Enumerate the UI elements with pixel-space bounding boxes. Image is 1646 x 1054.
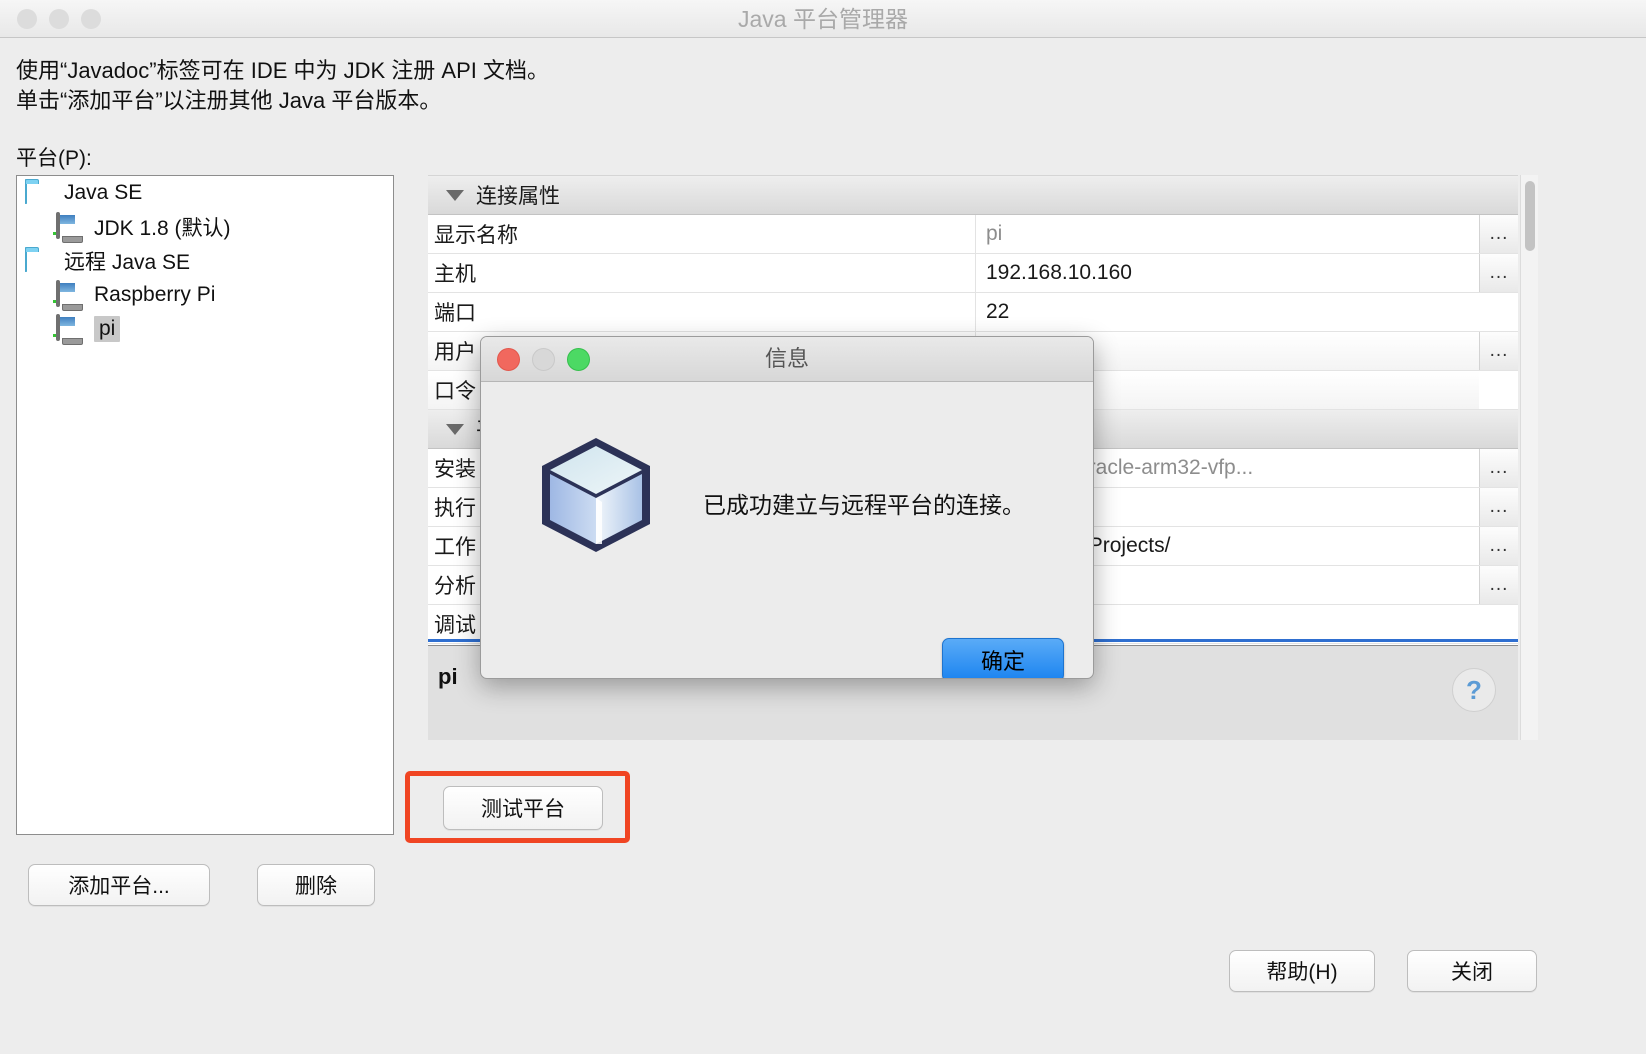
tree-item-jdk-18[interactable]: JDK 1.8 (默认) (17, 210, 393, 244)
tree-item-label-selected: pi (94, 316, 121, 342)
platform-icon (53, 280, 85, 308)
table-row[interactable]: 主机 192.168.10.160 ... (428, 254, 1518, 293)
browse-button[interactable]: ... (1479, 527, 1518, 565)
table-row[interactable]: 端口 22 ... (428, 293, 1518, 332)
dialog-titlebar: 信息 (481, 337, 1093, 382)
browse-button[interactable]: ... (1479, 332, 1518, 370)
dialog-ok-button[interactable]: 确定 (942, 638, 1064, 678)
section-title: 连接属性 (476, 185, 560, 208)
browse-button[interactable]: ... (1479, 488, 1518, 526)
tree-item-label: 远程 Java SE (64, 251, 191, 274)
browse-button[interactable]: ... (1479, 254, 1518, 292)
description-title: pi (438, 664, 458, 689)
cube-icon (542, 438, 650, 552)
tree-item-java-se[interactable]: Java SE (17, 176, 393, 210)
tree-item-pi[interactable]: pi (17, 312, 393, 346)
add-platform-button[interactable]: 添加平台... (28, 864, 210, 906)
window-title: Java 平台管理器 (738, 6, 908, 32)
intro-line-1: 使用“Javadoc”标签可在 IDE 中为 JDK 注册 API 文档。 (16, 58, 549, 83)
intro-text: 使用“Javadoc”标签可在 IDE 中为 JDK 注册 API 文档。 单击… (16, 56, 1016, 116)
chevron-down-icon[interactable] (446, 189, 464, 201)
property-name: 显示名称 (428, 215, 976, 253)
properties-scrollbar[interactable] (1520, 175, 1538, 740)
test-platform-button[interactable]: 测试平台 (443, 786, 603, 830)
property-name: 端口 (428, 293, 976, 331)
property-value[interactable]: 192.168.10.160 (976, 254, 1479, 292)
tree-item-label: Java SE (64, 181, 143, 204)
folder-icon (25, 247, 55, 274)
platform-icon (53, 212, 85, 240)
scrollbar-thumb[interactable] (1525, 181, 1535, 251)
remove-platform-button[interactable]: 删除 (257, 864, 375, 906)
folder-icon (25, 179, 55, 206)
help-button[interactable]: 帮助(H) (1229, 950, 1375, 992)
tree-item-remote-java-se[interactable]: 远程 Java SE (17, 244, 393, 278)
platform-list-label: 平台(P): (16, 147, 92, 170)
dialog-ok-label: 确定 (980, 649, 1025, 674)
platform-icon (53, 314, 85, 342)
platform-tree[interactable]: Java SE JDK 1.8 (默认) 远程 Java SE Raspberr… (16, 175, 394, 835)
browse-button[interactable]: ... (1479, 215, 1518, 253)
property-value[interactable]: 22 (976, 293, 1479, 331)
table-row[interactable]: 显示名称 pi ... (428, 215, 1518, 254)
close-button[interactable]: 关闭 (1407, 950, 1537, 992)
dialog-title: 信息 (764, 346, 809, 371)
browse-button[interactable]: ... (1479, 566, 1518, 604)
dialog-message: 已成功建立与远程平台的连接。 (703, 492, 1025, 518)
property-name: 主机 (428, 254, 976, 292)
info-dialog: 信息 已成功建立与远程平台的连接。 确定 (480, 336, 1094, 679)
chevron-down-icon[interactable] (446, 423, 464, 435)
tree-item-label: JDK 1.8 (默认) (94, 217, 231, 240)
dialog-body: 已成功建立与远程平台的连接。 确定 (481, 382, 1093, 678)
intro-line-2: 单击“添加平台”以注册其他 Java 平台版本。 (16, 88, 442, 113)
browse-button[interactable]: ... (1479, 449, 1518, 487)
tree-item-label: Raspberry Pi (94, 283, 216, 306)
tree-item-raspberry-pi[interactable]: Raspberry Pi (17, 278, 393, 312)
help-icon[interactable]: ? (1452, 668, 1496, 712)
window-titlebar: Java 平台管理器 (0, 0, 1646, 38)
section-header-connection[interactable]: 连接属性 (428, 176, 1518, 215)
property-value[interactable]: pi (976, 215, 1479, 253)
